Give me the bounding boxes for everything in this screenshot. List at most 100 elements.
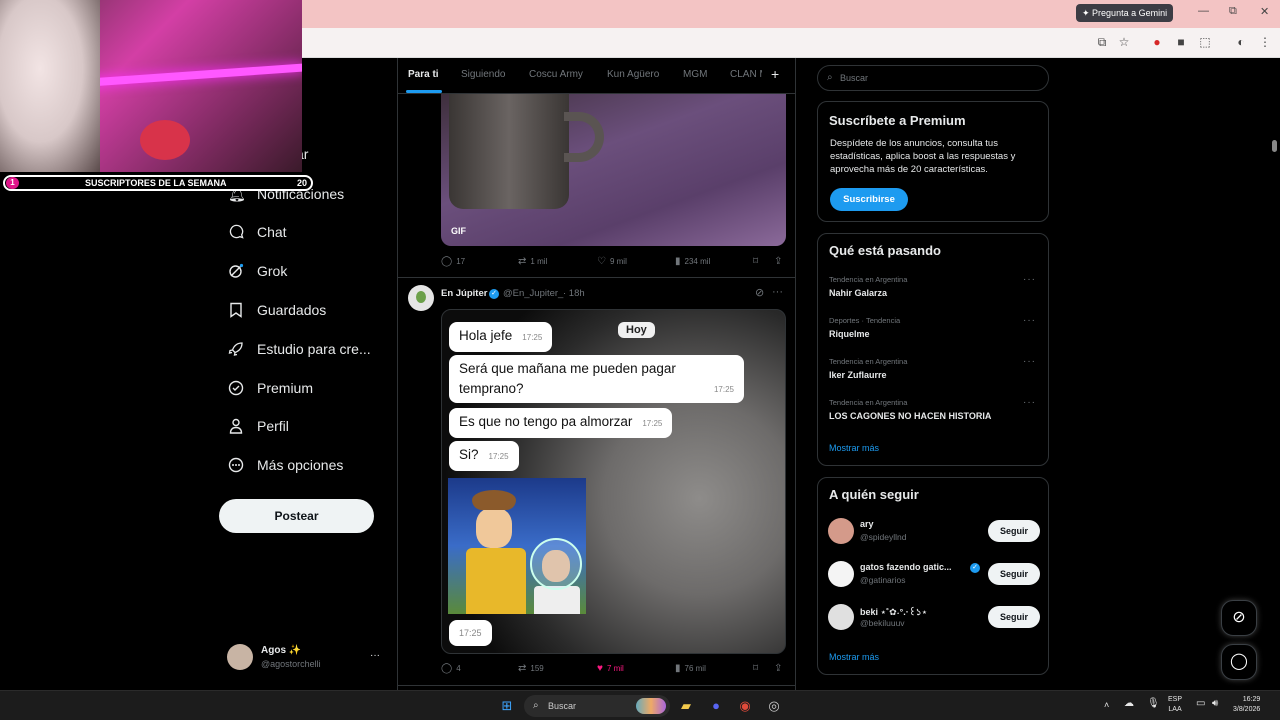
trend-meta: Tendencia en Argentina <box>829 398 908 407</box>
nav-label: Estudio para cre... <box>257 341 371 357</box>
install-app-icon[interactable]: ⧉ <box>1095 35 1109 49</box>
nav-item-more[interactable]: Más opciones <box>228 453 343 477</box>
chart-icon: ▮ <box>675 663 681 674</box>
follow-button[interactable]: Seguir <box>988 563 1040 585</box>
trends-show-more-link[interactable]: Mostrar más <box>829 443 879 453</box>
scrollbar[interactable] <box>1272 140 1277 152</box>
author-name[interactable]: En Júpiter <box>441 288 487 299</box>
start-icon[interactable]: ⊞ <box>498 697 516 715</box>
gif-media[interactable]: GIF <box>441 94 786 246</box>
repost-count: 1 mil <box>530 257 548 266</box>
clock[interactable]: 16:29 3/8/2026 <box>1233 695 1260 715</box>
author-handle[interactable]: @En_Jupiter_ <box>503 288 563 299</box>
trend-more-icon[interactable]: ··· <box>1023 315 1036 326</box>
avatar <box>828 518 854 544</box>
tiktok-extension-icon[interactable]: ■ <box>1174 35 1188 49</box>
trends-title: Qué está pasando <box>829 243 941 258</box>
messages-fab[interactable]: ◯ <box>1221 644 1257 680</box>
gemini-button[interactable]: ✦ Pregunta a Gemini <box>1076 4 1174 22</box>
avatar <box>227 644 253 670</box>
opera-extension-icon[interactable]: ● <box>1150 35 1164 49</box>
trend-more-icon[interactable]: ··· <box>1023 397 1036 408</box>
tab-following[interactable]: Siguiendo <box>461 69 505 80</box>
follow-suggestion[interactable]: gatos fazendo gatic... ✓ @gatinarios Seg… <box>828 560 1040 590</box>
share-button[interactable]: ⇪ <box>774 663 786 674</box>
views-button[interactable]: ▮ 234 mil <box>675 256 710 267</box>
add-tab-icon[interactable]: + <box>771 66 779 82</box>
extensions-puzzle-icon[interactable]: ⬚ <box>1198 35 1212 49</box>
follow-button[interactable]: Seguir <box>988 520 1040 542</box>
tweet-time[interactable]: · 18h <box>563 288 585 299</box>
tab-clan[interactable]: CLAN M <box>730 69 762 80</box>
reply-button[interactable]: ◯ 4 <box>441 663 461 674</box>
follow-name: gatos fazendo gatic... <box>860 562 952 572</box>
language-indicator[interactable]: ESP LAA <box>1168 695 1182 715</box>
display-icon[interactable]: ▭ <box>1196 699 1205 709</box>
tray-chevron-icon[interactable]: ˄ <box>1104 700 1109 710</box>
follow-button[interactable]: Seguir <box>988 606 1040 628</box>
tab-coscu-army[interactable]: Coscu Army <box>529 69 583 80</box>
tweet-actions: ◯ 17 ⇄ 1 mil ♡ 9 mil ▮ 234 mil ⌑ ⇪ <box>441 256 788 270</box>
trend-name[interactable]: Nahir Galarza <box>829 288 887 298</box>
nav-item-bookmarks[interactable]: Guardados <box>228 298 326 322</box>
repost-icon: ⇄ <box>518 663 527 674</box>
tweet-more-icon[interactable]: ··· <box>772 286 783 298</box>
bookmark-tweet-button[interactable]: ⌑ <box>753 256 762 267</box>
avatar[interactable] <box>408 285 434 311</box>
tab-kun-aguero[interactable]: Kun Agüero <box>607 69 659 80</box>
bookmark-star-icon[interactable]: ☆ <box>1117 35 1131 49</box>
discord-icon[interactable]: ● <box>707 697 725 715</box>
trend-more-icon[interactable]: ··· <box>1023 274 1036 285</box>
tab-mgm[interactable]: MGM <box>683 69 707 80</box>
network-cloud-icon[interactable]: ☁ <box>1124 699 1134 709</box>
chat-screenshot-image[interactable]: Hoy Hola jefe 17:25 Será que mañana me pu… <box>441 309 786 654</box>
repost-button[interactable]: ⇄ 159 <box>518 663 544 674</box>
reply-button[interactable]: ◯ 17 <box>441 256 465 267</box>
file-explorer-icon[interactable]: ▰ <box>677 697 695 715</box>
menu-dots-icon[interactable]: ⋮ <box>1258 35 1272 49</box>
trend-name[interactable]: LOS CAGONES NO HACEN HISTORIA <box>829 411 991 421</box>
post-button[interactable]: Postear <box>219 499 374 533</box>
like-button[interactable]: ♥ 7 mil <box>597 663 624 674</box>
profile-avatar-icon[interactable]: ◐ <box>1234 35 1248 49</box>
follow-show-more-link[interactable]: Mostrar más <box>829 652 879 662</box>
microphone-icon[interactable]: 🎙︎ <box>1147 699 1160 709</box>
search-icon: ⌕ <box>533 700 539 711</box>
chart-icon: ▮ <box>675 256 681 267</box>
nav-item-grok[interactable]: Grok <box>228 259 287 283</box>
nav-item-chat[interactable]: Chat <box>228 220 287 244</box>
bookmark-tweet-button[interactable]: ⌑ <box>753 663 762 674</box>
follow-suggestion[interactable]: beki ⋆˚✿˖°.·꒰১⋆ @bekiluuuv Seguir <box>828 603 1040 633</box>
windows-taskbar: ⊞ ⌕ Buscar ▰ ● ◉ ◎ ˄ ☁ 🎙︎ ESP LAA ▭ 🔊︎ 16… <box>0 690 1280 720</box>
chrome-icon[interactable]: ◉ <box>736 697 754 715</box>
search-input[interactable]: ⌕ Buscar <box>817 65 1049 91</box>
like-count: 7 mil <box>606 664 624 673</box>
subscribe-button[interactable]: Suscribirse <box>830 188 908 211</box>
follow-suggestion[interactable]: ary @spideyllnd Seguir <box>828 517 1040 547</box>
nav-label: Guardados <box>257 302 327 318</box>
chat-text: Será que mañana me pueden pagar temprano… <box>459 361 676 396</box>
streamer <box>0 0 100 172</box>
maximize-button[interactable]: ⧉ <box>1229 5 1237 18</box>
trend-name[interactable]: Riquelme <box>829 329 870 339</box>
premium-body: Despídete de los anuncios, consulta tus … <box>830 138 1016 175</box>
grok-explain-icon[interactable]: ⊘ <box>755 286 764 299</box>
nav-item-premium[interactable]: Premium <box>228 376 313 400</box>
trend-name[interactable]: Iker Zuflaurre <box>829 370 887 380</box>
volume-icon[interactable]: 🔊︎ <box>1212 699 1218 709</box>
minimize-button[interactable]: — <box>1198 5 1209 17</box>
share-button[interactable]: ⇪ <box>774 256 786 267</box>
chat-time: 17:25 <box>642 419 663 428</box>
close-window-button[interactable]: ✕ <box>1260 5 1269 18</box>
tab-for-you[interactable]: Para ti <box>408 69 439 80</box>
account-switcher[interactable]: Agos ✨ @agostorchelli ··· <box>227 644 387 674</box>
views-button[interactable]: ▮ 76 mil <box>675 663 706 674</box>
taskbar-search[interactable]: ⌕ Buscar <box>524 695 670 717</box>
grok-fab[interactable]: ⊘ <box>1221 600 1257 636</box>
nav-item-profile[interactable]: Perfil <box>228 414 289 438</box>
like-button[interactable]: ♡ 9 mil <box>597 256 627 267</box>
trend-more-icon[interactable]: ··· <box>1023 356 1036 367</box>
nav-item-creator-studio[interactable]: Estudio para cre... <box>228 337 371 361</box>
repost-button[interactable]: ⇄ 1 mil <box>518 256 547 267</box>
obs-icon[interactable]: ◎ <box>765 697 783 715</box>
